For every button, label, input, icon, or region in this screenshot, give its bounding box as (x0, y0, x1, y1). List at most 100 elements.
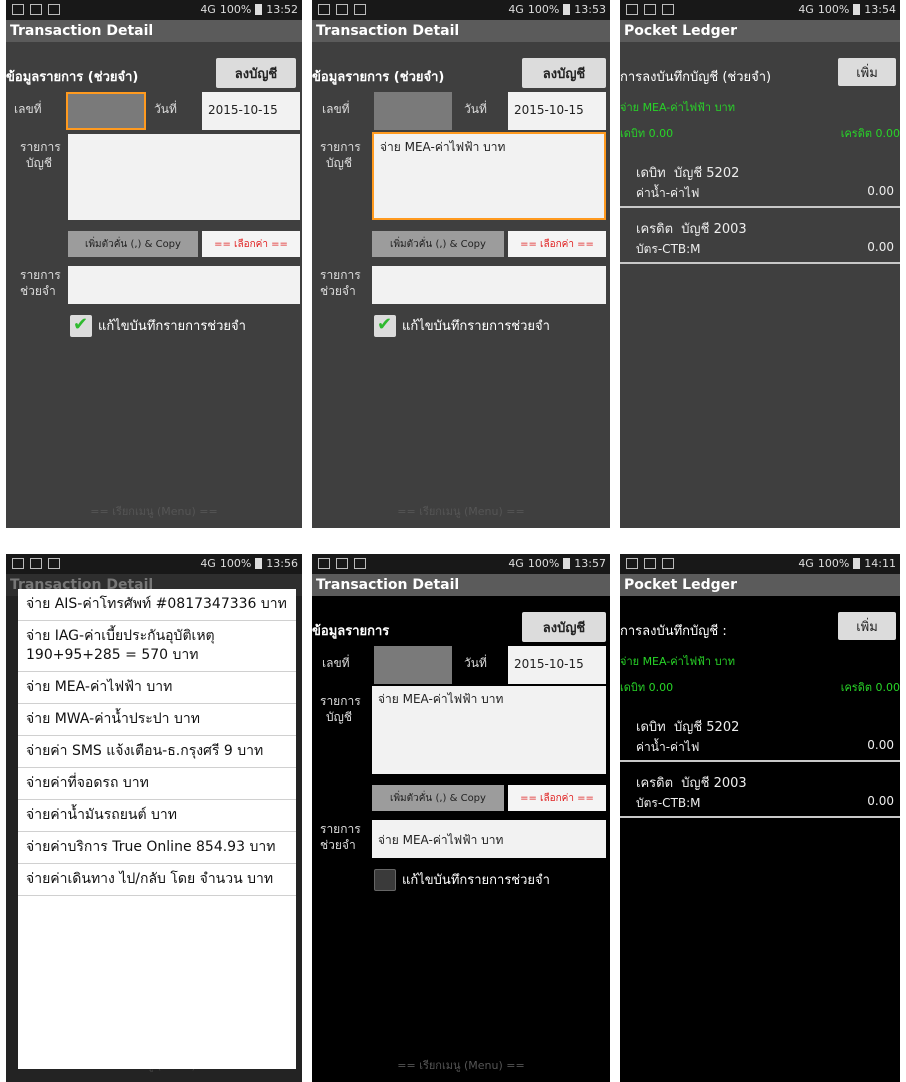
form-heading: ข้อมูลรายการ (ช่วยจำ) (312, 70, 445, 85)
ledger-heading: การลงบันทึกบัญชี (ช่วยจำ) (620, 70, 772, 85)
status-bar: 4G 100% 13:52 (6, 0, 302, 20)
helper-picker-list: จ่าย AIS-ค่าโทรศัพท์ #0817347336 บาท จ่า… (18, 589, 296, 1069)
notification-icons (12, 4, 60, 15)
row-header: เดบิท บัญชี 5202 (636, 162, 739, 183)
ledger-row-credit[interactable]: เครดิต บัญชี 2003 บัตร-CTB:M 0.00 (620, 766, 900, 818)
add-separator-copy-button[interactable]: เพิ่มตัวคั่น (,) & Copy (68, 231, 198, 257)
date-label: วันที่ (154, 102, 177, 116)
clock: 13:57 (574, 557, 606, 570)
battery-icon (255, 4, 263, 15)
ledger-description: จ่าย MEA-ค่าไฟฟ้า บาท (620, 101, 735, 114)
row-side: เครดิต (636, 222, 674, 237)
post-button[interactable]: ลงบัญชี (522, 612, 606, 642)
notification-icons (626, 4, 674, 15)
ledger-description: จ่าย MEA-ค่าไฟฟ้า บาท (620, 655, 735, 668)
helper-input[interactable] (68, 266, 300, 304)
list-item[interactable]: จ่าย AIS-ค่าโทรศัพท์ #0817347336 บาท (18, 589, 296, 621)
battery-label: 100% (219, 3, 252, 16)
menu-hint[interactable]: == เรียกเมนู (Menu) == (312, 502, 610, 520)
edit-helper-checkbox[interactable] (70, 314, 92, 337)
helper-input[interactable]: จ่าย MEA-ค่าไฟฟ้า บาท (372, 820, 606, 858)
clock: 14:11 (864, 557, 896, 570)
network-label: 4G (508, 557, 524, 570)
select-value-dropdown[interactable]: == เลือกค่า == (508, 785, 606, 811)
helper-input[interactable] (372, 266, 606, 304)
screen-4-helper-picker: 4G100%13:56 Transaction Detail == เรียกเ… (6, 554, 302, 1082)
app-title: Transaction Detail (312, 20, 610, 42)
account-text-area[interactable]: จ่าย MEA-ค่าไฟฟ้า บาท (372, 132, 606, 220)
account-text-area[interactable]: จ่าย MEA-ค่าไฟฟ้า บาท (372, 686, 606, 774)
select-value-dropdown[interactable]: == เลือกค่า == (508, 231, 606, 257)
number-label: เลขที่ (322, 102, 350, 116)
helper-label-1: รายการ (320, 822, 361, 836)
network-label: 4G (508, 3, 524, 16)
date-input[interactable]: 2015-10-15 (508, 646, 606, 684)
status-bar: 4G 100% 14:11 (620, 554, 900, 574)
battery-icon (853, 558, 861, 569)
add-button[interactable]: เพิ่ม (838, 58, 896, 86)
account-label-1: รายการ (320, 694, 361, 708)
row-side: เดบิท (636, 720, 666, 735)
account-text-area[interactable] (68, 134, 300, 220)
list-item[interactable]: จ่ายค่าบริการ True Online 854.93 บาท (18, 832, 296, 864)
list-item[interactable]: จ่ายค่าที่จอดรถ บาท (18, 768, 296, 800)
list-item[interactable]: จ่าย MEA-ค่าไฟฟ้า บาท (18, 672, 296, 704)
row-acct-no: 5202 (706, 720, 740, 735)
edit-helper-checkbox[interactable] (374, 869, 396, 891)
ledger-row-credit[interactable]: เครดิต บัญชี 2003 บัตร-CTB:M 0.00 (620, 212, 900, 264)
number-input[interactable] (374, 646, 452, 684)
screen-3-pocket-ledger: 4G 100% 13:54 Pocket Ledger การลงบันทึกบัญ… (620, 0, 900, 528)
edit-helper-checkbox[interactable] (374, 314, 396, 337)
status-bar: 4G 100% 13:54 (620, 0, 900, 20)
app-title: Pocket Ledger (620, 574, 900, 596)
list-item[interactable]: จ่ายค่าเดินทาง ไป/กลับ โดย จำนวน บาท (18, 864, 296, 896)
screen-6-pocket-ledger: 4G 100% 14:11 Pocket Ledger การลงบันทึกบัญ… (620, 554, 900, 1082)
menu-hint[interactable]: == เรียกเมนู (Menu) == (6, 502, 302, 520)
clock: 13:53 (574, 3, 606, 16)
row-amount: 0.00 (867, 738, 894, 752)
ledger-row-debit[interactable]: เดบิท บัญชี 5202 ค่าน้ำ-ค่าไฟ 0.00 (620, 710, 900, 762)
post-button[interactable]: ลงบัญชี (522, 58, 606, 88)
notification-icons (318, 558, 366, 569)
date-input[interactable]: 2015-10-15 (508, 92, 606, 130)
row-amount: 0.00 (867, 794, 894, 808)
number-input[interactable] (374, 92, 452, 130)
account-label-2: บัญชี (326, 710, 352, 724)
network-label: 4G (798, 3, 814, 16)
screen-5-transaction-detail: 4G 100% 13:57 Transaction Detail ข้อมูลราย… (312, 554, 610, 1082)
battery-label: 100% (527, 557, 560, 570)
screen-2-transaction-detail: 4G 100% 13:53 Transaction Detail ข้อมูลราย… (312, 0, 610, 528)
row-acct-name: ค่าน้ำ-ค่าไฟ (636, 740, 700, 754)
number-label: เลขที่ (322, 656, 350, 670)
row-header: เดบิท บัญชี 5202 (636, 716, 739, 737)
row-acct-label: บัญชี (681, 776, 710, 791)
battery-icon (563, 4, 571, 15)
app-title: Pocket Ledger (620, 20, 900, 42)
status-bar: 4G 100% 13:57 (312, 554, 610, 574)
ledger-row-debit[interactable]: เดบิท บัญชี 5202 ค่าน้ำ-ค่าไฟ 0.00 (620, 156, 900, 208)
list-item[interactable]: จ่าย IAG-ค่าเบี้ยประกันอุบัติเหตุ 190+95… (18, 621, 296, 672)
list-item[interactable]: จ่ายค่า SMS แจ้งเตือน-ธ.กรุงศรี 9 บาท (18, 736, 296, 768)
battery-icon (853, 4, 861, 15)
number-input[interactable] (66, 92, 146, 130)
list-item[interactable]: จ่าย MWA-ค่าน้ำประปา บาท (18, 704, 296, 736)
date-input[interactable]: 2015-10-15 (202, 92, 300, 130)
row-acct-no: 2003 (713, 776, 747, 791)
add-separator-copy-button[interactable]: เพิ่มตัวคั่น (,) & Copy (372, 231, 504, 257)
post-button[interactable]: ลงบัญชี (216, 58, 296, 88)
battery-label: 100% (219, 557, 252, 570)
row-acct-label: บัญชี (673, 720, 703, 735)
row-acct-name: ค่าน้ำ-ค่าไฟ (636, 186, 700, 200)
account-label-1: รายการ (320, 140, 361, 154)
helper-label-1: รายการ (320, 268, 361, 282)
form-heading: ข้อมูลรายการ (312, 624, 390, 639)
account-label-2: บัญชี (26, 156, 52, 170)
helper-label-2: ช่วยจำ (320, 284, 356, 298)
clock: 13:54 (864, 3, 896, 16)
menu-hint[interactable]: == เรียกเมนู (Menu) == (312, 1056, 610, 1074)
list-item[interactable]: จ่ายค่าน้ำมันรถยนต์ บาท (18, 800, 296, 832)
credit-total: เครดิต 0.00 (840, 127, 900, 140)
add-separator-copy-button[interactable]: เพิ่มตัวคั่น (,) & Copy (372, 785, 504, 811)
add-button[interactable]: เพิ่ม (838, 612, 896, 640)
select-value-dropdown[interactable]: == เลือกค่า == (202, 231, 300, 257)
